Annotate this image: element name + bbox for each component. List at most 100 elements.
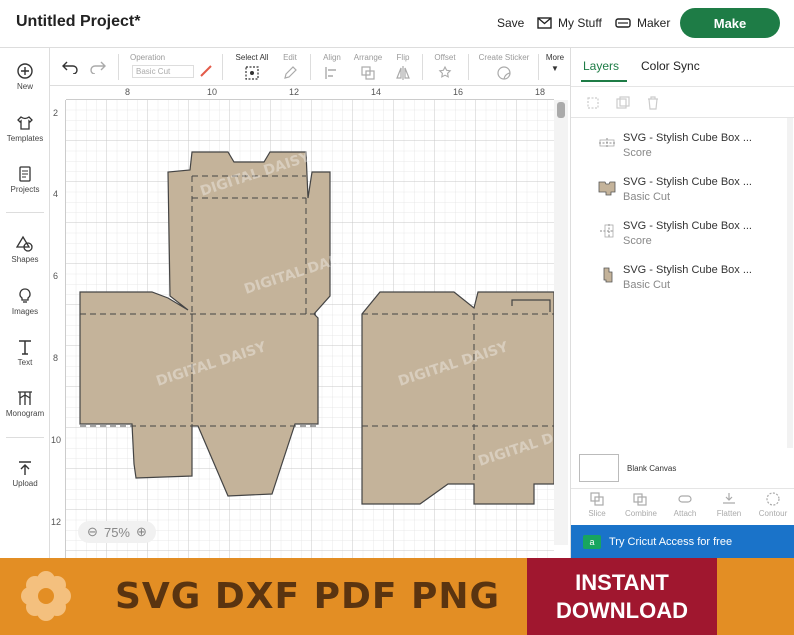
offset-button[interactable]: Offset	[430, 52, 460, 81]
sidebar-item-monogram[interactable]: Monogram	[0, 389, 50, 418]
edit-toolbar: Operation Basic Cut Select All Edit Alig…	[50, 48, 570, 86]
sidebar-label-shapes: Shapes	[11, 255, 39, 264]
sidebar-item-projects[interactable]: Projects	[0, 165, 50, 194]
edit-label: Edit	[283, 53, 297, 62]
ruler-tick-label: 4	[53, 189, 59, 199]
select-all-button[interactable]: Select All	[230, 52, 274, 81]
shapes-icon	[16, 235, 33, 252]
tab-layers[interactable]: Layers	[583, 59, 619, 73]
flip-icon	[396, 66, 410, 80]
operation-select[interactable]: Basic Cut	[132, 65, 194, 78]
file-formats-text: SVG DXF PDF PNG	[115, 576, 501, 617]
my-stuff-button[interactable]: My Stuff	[537, 16, 602, 30]
combine-button[interactable]: Combine	[621, 491, 661, 518]
layer-type: Score	[623, 235, 652, 247]
machine-icon	[615, 18, 631, 28]
align-button[interactable]: Align	[316, 52, 348, 81]
score-layer-icon	[600, 224, 614, 238]
make-button[interactable]: Make	[680, 8, 780, 38]
caret-down-icon: ▼	[551, 64, 559, 73]
sidebar-label-new: New	[16, 82, 33, 91]
layer-row[interactable]: SVG - Stylish Cube Box ... Score	[571, 212, 781, 256]
lightbulb-icon	[19, 288, 31, 303]
ruler-tick-label: 2	[53, 108, 59, 118]
group-icon[interactable]	[585, 95, 601, 111]
attach-button[interactable]: Attach	[665, 491, 705, 518]
select-all-icon	[245, 66, 259, 80]
sidebar-item-new[interactable]: New	[0, 62, 50, 91]
sidebar-label-templates: Templates	[6, 134, 44, 143]
flip-button[interactable]: Flip	[390, 52, 416, 81]
sidebar-item-templates[interactable]: Templates	[0, 114, 50, 143]
ruler-tick-label: 16	[453, 87, 464, 97]
layer-row[interactable]: SVG - Stylish Cube Box ... Basic Cut	[571, 168, 781, 212]
combine-label: Combine	[624, 509, 657, 518]
cta-line-1: INSTANT	[575, 570, 669, 595]
arrange-icon	[361, 66, 375, 80]
layer-tools-bar: Slice Combine Attach Flatten Contour	[571, 488, 794, 524]
save-label: Save	[497, 16, 525, 30]
canvas-vertical-scrollbar[interactable]	[554, 100, 568, 545]
sidebar-label-upload: Upload	[12, 479, 38, 488]
blank-canvas-swatch[interactable]	[579, 454, 619, 482]
arrange-label: Arrange	[353, 53, 383, 62]
zoom-out-button[interactable]: ⊖	[87, 524, 98, 540]
cricut-access-banner[interactable]: a Try Cricut Access for free	[571, 525, 794, 558]
flatten-icon	[723, 493, 735, 504]
operation-control[interactable]: Operation	[130, 52, 200, 63]
contour-button[interactable]: Contour	[753, 491, 793, 518]
sidebar-label-text: Text	[17, 358, 33, 367]
align-icon	[325, 67, 336, 79]
arrange-button[interactable]: Arrange	[350, 52, 386, 81]
design-canvas[interactable]: DIGITAL DAISY DIGITAL DAISY DIGITAL DAIS…	[50, 86, 570, 558]
tab-color-sync[interactable]: Color Sync	[641, 59, 700, 73]
toolbar-divider	[468, 54, 469, 80]
zoom-in-button[interactable]: ⊕	[136, 524, 147, 540]
maker-button[interactable]: Maker	[615, 16, 670, 30]
sidebar-label-monogram: Monogram	[5, 409, 45, 418]
zoom-value: 75%	[103, 524, 130, 540]
slice-button[interactable]: Slice	[577, 491, 617, 518]
access-label: Try Cricut Access for free	[609, 535, 733, 548]
layers-scrollbar[interactable]	[787, 118, 793, 448]
create-sticker-button[interactable]: Create Sticker	[476, 52, 532, 81]
sidebar-item-images[interactable]: Images	[0, 287, 50, 316]
plus-circle-icon	[17, 63, 33, 79]
blank-canvas-label: Blank Canvas	[627, 464, 677, 473]
layer-row[interactable]: SVG - Stylish Cube Box ... Basic Cut	[571, 256, 781, 300]
layer-name: SVG - Stylish Cube Box ...	[623, 132, 752, 144]
trash-icon[interactable]	[645, 95, 661, 111]
ruler-tick-label: 10	[51, 435, 62, 445]
scroll-thumb[interactable]	[557, 102, 565, 118]
envelope-icon	[537, 17, 552, 29]
score-layer-icon	[599, 138, 615, 148]
canvas-drawing: DIGITAL DAISY DIGITAL DAISY DIGITAL DAIS…	[66, 100, 570, 558]
flatten-button[interactable]: Flatten	[709, 491, 749, 518]
left-sidebar: New Templates Projects Shapes Images Tex…	[0, 48, 50, 558]
sidebar-divider	[6, 212, 44, 213]
sidebar-item-shapes[interactable]: Shapes	[0, 235, 50, 264]
select-all-label: Select All	[235, 53, 269, 62]
edit-button[interactable]: Edit	[276, 52, 304, 81]
sidebar-item-text[interactable]: Text	[0, 338, 50, 367]
projects-icon	[19, 166, 31, 182]
sticker-icon	[497, 66, 511, 80]
duplicate-icon[interactable]	[615, 95, 631, 111]
sidebar-item-upload[interactable]: Upload	[0, 459, 50, 488]
shirt-icon	[17, 116, 33, 130]
pen-color-icon[interactable]	[199, 64, 213, 78]
undo-icon[interactable]	[62, 60, 78, 74]
slice-label: Slice	[588, 509, 606, 518]
cube-box-piece-right[interactable]	[361, 291, 555, 505]
my-stuff-label: My Stuff	[558, 16, 602, 30]
ruler-top: 8 10 12 14 16 18	[66, 86, 554, 100]
text-icon	[19, 340, 31, 355]
redo-icon[interactable]	[90, 60, 106, 74]
flower-icon	[21, 571, 71, 621]
save-button[interactable]: Save	[497, 16, 524, 30]
promo-banner: SVG DXF PDF PNG INSTANT DOWNLOAD	[0, 558, 794, 635]
more-button[interactable]: More ▼	[542, 52, 568, 74]
ruler-left: 2 4 6 8 10 12	[50, 100, 66, 558]
toolbar-divider	[422, 54, 423, 80]
layer-row[interactable]: SVG - Stylish Cube Box ... Score	[571, 124, 781, 168]
